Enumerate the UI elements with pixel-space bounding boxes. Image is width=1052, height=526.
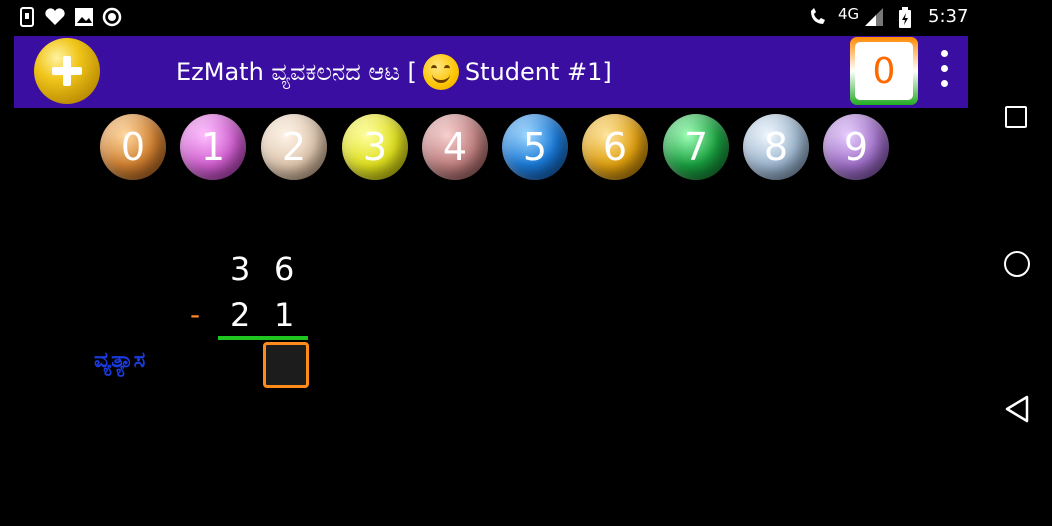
add-button[interactable] <box>34 38 100 104</box>
overflow-menu-icon[interactable] <box>934 50 954 94</box>
digit-button-0[interactable]: 0 <box>100 114 166 180</box>
status-bar: 4G 5:37 <box>0 0 968 34</box>
subtrahend-ones: 1 <box>274 296 295 334</box>
title-text: EzMath ವ್ಯವಕಲನದ ಆಟ [ <box>176 58 417 86</box>
digit-button-7[interactable]: 7 <box>663 114 729 180</box>
digit-button-5[interactable]: 5 <box>502 114 568 180</box>
image-icon <box>74 7 94 27</box>
digit-button-8[interactable]: 8 <box>743 114 809 180</box>
network-type: 4G <box>838 5 860 23</box>
score-value: 0 <box>872 50 896 92</box>
subtrahend-tens: 2 <box>230 296 251 334</box>
battery-charging-icon <box>898 7 918 28</box>
answer-label: ವ್ಯತ್ಯಾಸ <box>94 348 146 373</box>
answer-input[interactable] <box>263 342 309 388</box>
digit-button-1[interactable]: 1 <box>180 114 246 180</box>
signal-icon <box>864 7 884 27</box>
page-title: EzMath ವ್ಯವಕಲನದ ಆಟ [ Student #1] <box>176 54 612 90</box>
digit-button-9[interactable]: 9 <box>823 114 889 180</box>
home-icon[interactable] <box>1004 251 1030 277</box>
wifi-call-icon <box>808 7 828 27</box>
navigation-bar <box>968 0 1052 526</box>
phone-alert-icon <box>18 7 38 27</box>
recents-icon[interactable] <box>1005 106 1027 128</box>
digit-button-2[interactable]: 2 <box>261 114 327 180</box>
clock: 5:37 <box>928 6 969 27</box>
digit-button-3[interactable]: 3 <box>342 114 408 180</box>
heart-pulse-icon <box>44 7 65 27</box>
app-bar: EzMath ವ್ಯವಕಲನದ ಆಟ [ Student #1] 0 <box>14 36 968 108</box>
minuend-ones: 6 <box>274 250 295 288</box>
student-name: Student #1] <box>464 58 612 86</box>
digit-button-4[interactable]: 4 <box>422 114 488 180</box>
minuend-tens: 3 <box>230 250 251 288</box>
smiley-icon <box>422 54 459 90</box>
minus-sign: - <box>190 298 201 331</box>
digit-button-6[interactable]: 6 <box>582 114 648 180</box>
result-line <box>218 336 308 340</box>
record-icon <box>102 7 122 27</box>
score-badge[interactable]: 0 <box>850 37 918 105</box>
back-icon[interactable] <box>1004 395 1030 427</box>
